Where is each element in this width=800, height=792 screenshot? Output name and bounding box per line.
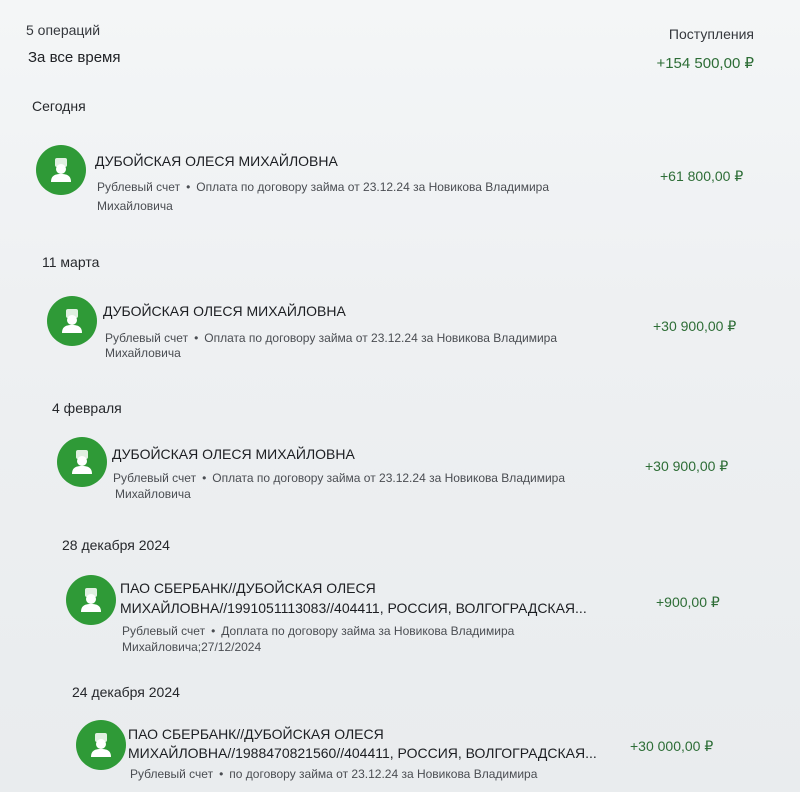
operation-desc-cont: Михайловича [97, 199, 173, 213]
date-header: 4 февраля [52, 400, 122, 416]
income-label: Поступления [668, 26, 754, 42]
operation-amount: +30 900,00 ₽ [645, 458, 729, 474]
operation-description: Рублевый счет • по договору займа от 23.12… [130, 765, 537, 784]
operation-desc-cont: Михайловича [115, 487, 191, 501]
operation-desc: Оплата по договору займа от 23.12.24 за … [196, 180, 549, 194]
operation-item[interactable]: ДУБОЙСКАЯ ОЛЕСЯ МИХАЙЛОВНА Рублевый счет… [57, 437, 757, 517]
date-header: 11 марта [42, 254, 100, 270]
date-header: 24 декабря 2024 [72, 684, 180, 700]
operations-count: 5 операций [26, 22, 101, 38]
operation-description: Рублевый счет • Оплата по договору займа о… [97, 178, 549, 197]
person-icon [76, 720, 126, 770]
operation-item[interactable]: ДУБОЙСКАЯ ОЛЕСЯ МИХАЙЛОВНА Рублевый счет… [47, 296, 767, 376]
operation-desc-cont: Михайловича [105, 346, 181, 360]
operation-item[interactable]: ПАО СБЕРБАНК//ДУБОЙСКАЯ ОЛЕСЯ МИХАЙЛОВНА… [76, 720, 756, 792]
account-label: Рублевый счет [97, 180, 181, 194]
date-header: Сегодня [32, 98, 86, 114]
operations-page: 5 операций За все время Поступления +154… [0, 0, 800, 792]
operation-desc: Оплата по договору займа от 23.12.24 за … [212, 471, 565, 485]
operation-title: ПАО СБЕРБАНК//ДУБОЙСКАЯ ОЛЕСЯ [120, 580, 376, 596]
account-label: Рублевый счет [105, 331, 189, 345]
operation-desc: Доплата по договору займа за Новикова Вл… [221, 624, 515, 638]
account-label: Рублевый счет [122, 624, 206, 638]
separator-dot: • [202, 471, 207, 485]
operation-amount: +900,00 ₽ [656, 594, 720, 610]
operation-desc: по договору займа от 23.12.24 за Новиков… [229, 767, 538, 781]
account-label: Рублевый счет [130, 767, 214, 781]
operation-title: ПАО СБЕРБАНК//ДУБОЙСКАЯ ОЛЕСЯ [128, 726, 384, 742]
person-icon [36, 145, 86, 195]
separator-dot: • [219, 767, 224, 781]
operation-amount: +30 900,00 ₽ [653, 318, 737, 334]
account-label: Рублевый счет [113, 471, 197, 485]
separator-dot: • [194, 331, 199, 345]
operation-title-cont: МИХАЙЛОВНА//1991051113083//404411, РОССИ… [120, 600, 587, 616]
operation-item[interactable]: ПАО СБЕРБАНК//ДУБОЙСКАЯ ОЛЕСЯ МИХАЙЛОВНА… [66, 575, 756, 660]
person-icon [47, 296, 97, 346]
operation-amount: +30 000,00 ₽ [630, 738, 714, 754]
person-icon [57, 437, 107, 487]
operation-desc-cont: Михайловича;27/12/2024 [122, 640, 262, 654]
operation-item[interactable]: ДУБОЙСКАЯ ОЛЕСЯ МИХАЙЛОВНА Рублевый счет… [36, 145, 776, 225]
person-icon [66, 575, 116, 625]
operation-amount: +61 800,00 ₽ [660, 168, 744, 184]
income-total: +154 500,00 ₽ [656, 55, 754, 72]
operation-title-cont: МИХАЙЛОВНА//1988470821560//404411, РОССИ… [128, 745, 597, 761]
period-selector[interactable]: За все время [28, 49, 120, 66]
operation-title: ДУБОЙСКАЯ ОЛЕСЯ МИХАЙЛОВНА [103, 303, 346, 319]
operation-title: ДУБОЙСКАЯ ОЛЕСЯ МИХАЙЛОВНА [95, 153, 338, 169]
separator-dot: • [186, 180, 191, 194]
date-header: 28 декабря 2024 [62, 537, 170, 553]
operation-title: ДУБОЙСКАЯ ОЛЕСЯ МИХАЙЛОВНА [112, 446, 355, 462]
operation-desc: Оплата по договору займа от 23.12.24 за … [204, 331, 557, 345]
